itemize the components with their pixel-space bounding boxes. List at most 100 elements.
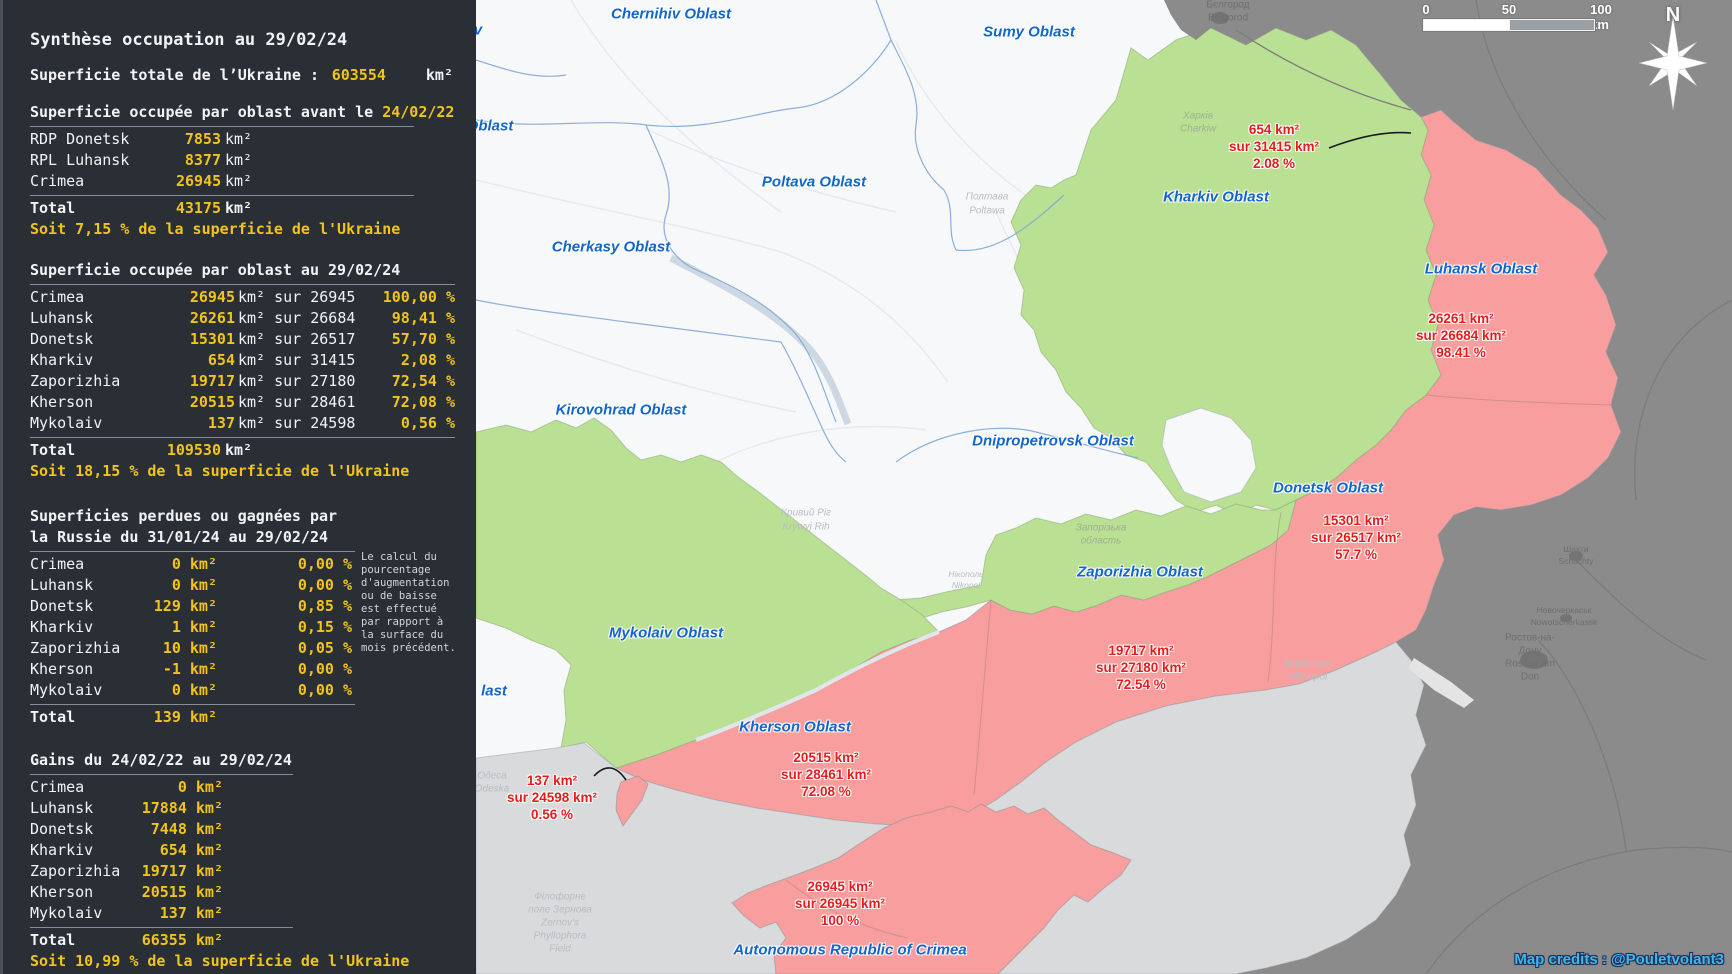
annotation-line: 137 km² [507, 772, 597, 789]
row-percent: 57,70 % [355, 329, 455, 350]
table-row: Kharkiv 654 km² [30, 840, 476, 861]
scale-tick-0: 0 [1422, 2, 1429, 17]
row-oblast: Kharkiv [30, 617, 122, 638]
total-label: Total [30, 198, 164, 219]
page-title: Synthèse occupation au 29/02/24 [30, 30, 476, 50]
map-label-zaporizhia: Zaporizhia Oblast [1077, 564, 1203, 581]
table-row: Luhansk 17884 km² [30, 798, 476, 819]
row-delta: 10 km² [122, 638, 217, 659]
scale-tick-50: 50 [1502, 2, 1516, 17]
row-oblast: Mykolaiv [30, 413, 163, 434]
total-area-value: 603554 [332, 65, 386, 86]
scale-bar: 0 50 100 km [1423, 2, 1613, 34]
section-current-heading: Superficie occupée par oblast au 29/02/2… [30, 260, 476, 281]
table-row: Zaporizhia 19717 km² sur 27180 72,54 % [30, 371, 455, 392]
annotation-line: 26261 km² [1416, 310, 1506, 327]
table-row: Donetsk 15301 km² sur 26517 57,70 % [30, 329, 455, 350]
total-label: Total [30, 440, 164, 461]
percentage-method-note: Le calcul du pourcentage d'augmentation … [361, 551, 476, 655]
annotation-line: sur 26684 km² [1416, 327, 1506, 344]
row-oblast: Luhansk [30, 798, 110, 819]
row-oblast: Kharkiv [30, 840, 110, 861]
annotation-line: 2.08 % [1229, 155, 1319, 172]
row-oblast: Kherson [30, 392, 163, 413]
row-percent: 0,85 % [217, 596, 352, 617]
total-label: Total [30, 930, 110, 951]
total-unit: km² [225, 440, 252, 461]
total-unit: km² [225, 198, 252, 219]
row-oblast: Crimea [30, 171, 176, 192]
row-area: 7853 [176, 129, 221, 150]
total-area-label: Superficie totale de l’Ukraine : [30, 65, 319, 86]
scale-bar-graphic [1423, 19, 1595, 31]
table-row: Crimea 0 km² [30, 777, 476, 798]
city-kryvyi-ua: Кривий Ріг [781, 508, 831, 519]
row-oblast: RDP Donetsk [30, 129, 176, 150]
table-before: RDP Donetsk 7853 km² RPL Luhansk 8377 km… [30, 129, 476, 192]
row-oblast: Donetsk [30, 596, 122, 617]
row-percent: 0,15 % [217, 617, 352, 638]
region-zaporizka-ua2: область [1081, 536, 1122, 547]
heading-text: Superficie occupée par oblast avant le [30, 103, 382, 121]
row-unit: km² [225, 171, 252, 192]
map-label-cherkasy: Cherkasy Oblast [552, 239, 670, 256]
row-unit: km² [225, 150, 252, 171]
total-value: 66355 km² [110, 930, 223, 951]
row-delta: 0 km² [122, 554, 217, 575]
total-row: Total 66355 km² [30, 930, 476, 951]
table-row: RPL Luhansk 8377 km² [30, 150, 476, 171]
row-total-area: km² sur 26517 [238, 329, 355, 350]
annotation-line: sur 28461 km² [781, 766, 871, 783]
annotation-line: 20515 km² [781, 749, 871, 766]
row-delta: -1 km² [122, 659, 217, 680]
city-kharkiv-ua: Харків [1183, 111, 1213, 122]
city-rostov-4: Don [1521, 672, 1539, 683]
annotation-line: 19717 km² [1096, 642, 1186, 659]
row-percent: 0,56 % [355, 413, 455, 434]
city-mariupol-de: Mariupol [1289, 672, 1327, 683]
sea-label-phyllo-1: Філофорне [534, 892, 586, 903]
row-total-area: km² sur 26684 [238, 308, 355, 329]
row-area: 26261 [163, 308, 235, 329]
annotation-line: sur 26945 km² [795, 895, 885, 912]
row-total-area: km² sur 24598 [238, 413, 355, 434]
map-label-crimea: Autonomous Republic of Crimea [733, 942, 966, 959]
table-row: Mykolaiv 137 km² [30, 903, 476, 924]
table-row: Kherson 20515 km² [30, 882, 476, 903]
row-area: 20515 [163, 392, 235, 413]
total-label: Total [30, 707, 122, 728]
row-area: 26945 [163, 287, 235, 308]
row-oblast: Zaporizhia [30, 861, 110, 882]
row-percent: 100,00 % [355, 287, 455, 308]
annotation-line: sur 24598 km² [507, 789, 597, 806]
divider [30, 437, 455, 438]
divider [30, 195, 414, 196]
divider [30, 927, 293, 928]
compass-rose: N [1633, 4, 1713, 122]
table-row: Mykolaiv 137 km² sur 24598 0,56 % [30, 413, 455, 434]
city-novocherkassk-2: Nowotscherkassk [1531, 617, 1598, 627]
table-row: Kherson 20515 km² sur 28461 72,08 % [30, 392, 455, 413]
total-value: 43175 [164, 198, 221, 219]
total-value: 139 km² [122, 707, 217, 728]
section-gains-heading: Gains du 24/02/22 au 29/02/24 [30, 750, 476, 771]
row-percent: 72,54 % [355, 371, 455, 392]
map-label-kirovohrad: Kirovohrad Oblast [556, 402, 687, 419]
row-gain: 20515 km² [110, 882, 223, 903]
table-current: Crimea 26945 km² sur 26945 100,00 % Luha… [30, 287, 476, 434]
row-percent: 98,41 % [355, 308, 455, 329]
row-delta: 0 km² [122, 680, 217, 701]
table-row: Luhansk 26261 km² sur 26684 98,41 % [30, 308, 455, 329]
table-row: Crimea 26945 km² sur 26945 100,00 % [30, 287, 455, 308]
row-area: 137 [163, 413, 235, 434]
annotation-kherson: 20515 km² sur 28461 km² 72.08 % [781, 749, 871, 800]
annotation-line: 26945 km² [795, 878, 885, 895]
row-gain: 7448 km² [110, 819, 223, 840]
city-poltava-de: Poltawa [969, 206, 1005, 217]
row-percent: 0,05 % [217, 638, 352, 659]
row-area: 19717 [163, 371, 235, 392]
region-zaporizka-ua: Запорізька [1076, 523, 1127, 534]
divider [30, 284, 455, 285]
map-label-poltava: Poltava Oblast [762, 174, 866, 191]
row-oblast: Donetsk [30, 819, 110, 840]
